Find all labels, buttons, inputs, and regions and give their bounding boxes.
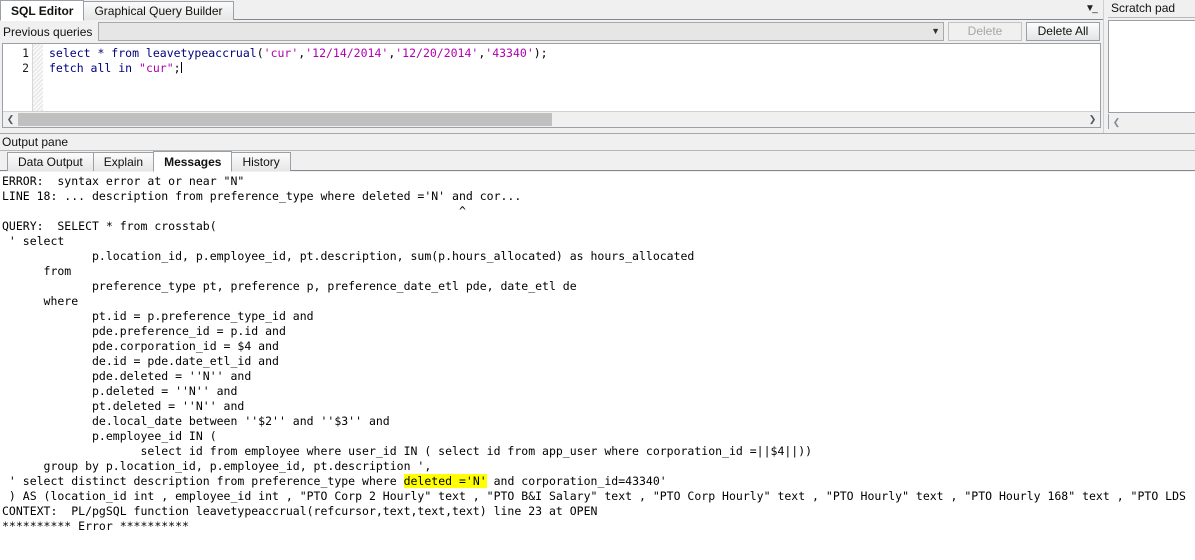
output-tabstrip: Data Output Explain Messages History [0, 151, 1195, 172]
message-line: select id from employee where user_id IN… [2, 444, 813, 458]
message-line: p.employee_id IN ( [2, 429, 217, 443]
output-pane-title: Output pane [0, 134, 1195, 151]
message-line: p.location_id, p.employee_id, pt.descrip… [2, 249, 695, 263]
message-line: where [2, 294, 79, 308]
scrollbar-track[interactable] [18, 113, 1085, 126]
sql-line: fetch all in "cur"; [49, 61, 1100, 76]
tab-data-output[interactable]: Data Output [7, 152, 94, 171]
sql-editor-inner: 12 select * from leavetypeaccrual('cur',… [3, 44, 1100, 113]
message-line: ) AS (location_id int , employee_id int … [2, 489, 1186, 503]
message-line: group by p.location_id, p.employee_id, p… [2, 459, 432, 473]
pgadmin-query-window: SQL Editor Graphical Query Builder ▼̲ Pre… [0, 0, 1195, 560]
message-line: QUERY: SELECT * from crosstab( [2, 219, 217, 233]
scratch-pad-panel: Scratch pad ❮ [1103, 0, 1195, 133]
message-line: p.deleted = ''N'' and [2, 384, 238, 398]
previous-queries-label: Previous queries [3, 24, 93, 39]
editor-tabstrip: SQL Editor Graphical Query Builder ▼̲ [0, 0, 1103, 21]
chevron-left-icon[interactable]: ❮ [1109, 115, 1124, 129]
message-line: CONTEXT: PL/pgSQL function leavetypeaccr… [2, 504, 598, 518]
message-line: ********** Error ********** [2, 519, 189, 533]
sql-code-area[interactable]: select * from leavetypeaccrual('cur','12… [43, 44, 1100, 113]
scratch-pad-scrollbar[interactable]: ❮ [1108, 114, 1195, 129]
message-line: ' select [2, 234, 65, 248]
messages-output-area[interactable]: ERROR: syntax error at or near "N" LINE 1… [0, 172, 1195, 560]
message-line: pt.deleted = ''N'' and [2, 399, 245, 413]
scrollbar-thumb[interactable] [18, 113, 552, 126]
gutter-stripe [33, 44, 43, 113]
message-line: pde.corporation_id = $4 and [2, 339, 279, 353]
sql-token: ); [533, 46, 548, 60]
sql-token: fetch all in [49, 61, 140, 75]
tab-explain[interactable]: Explain [92, 152, 155, 171]
message-line: ERROR: syntax error at or near "N" [2, 174, 245, 188]
delete-button[interactable]: Delete [948, 22, 1022, 41]
sql-token: ; [173, 61, 181, 75]
message-line: pde.deleted = ''N'' and [2, 369, 252, 383]
tab-graphical-query-builder[interactable]: Graphical Query Builder [83, 1, 234, 20]
scratch-pad-title: Scratch pad [1108, 0, 1195, 18]
chevron-right-icon[interactable]: ❯ [1085, 112, 1100, 127]
sql-token: ( [256, 46, 264, 60]
message-line: pt.id = p.preference_type_id and [2, 309, 314, 323]
sql-token: '12/20/2014' [395, 46, 479, 60]
output-pane: Output pane Data Output Explain Messages Hi… [0, 133, 1195, 560]
sql-token: select * from leavetypeaccrual [49, 46, 257, 60]
tab-messages[interactable]: Messages [153, 151, 233, 172]
previous-queries-row: Previous queries ▼ Delete Delete All [0, 20, 1103, 43]
previous-queries-combobox[interactable]: ▼ [98, 22, 944, 41]
sql-token: '43340' [485, 46, 534, 60]
line-number: 2 [22, 61, 29, 75]
sql-editor-region: SQL Editor Graphical Query Builder ▼̲ Pre… [0, 0, 1103, 133]
text-caret [180, 62, 182, 73]
chevron-down-icon[interactable]: ▼ [931, 23, 940, 40]
message-line: LINE 18: ... description from preference… [2, 189, 522, 203]
message-text: and corporation_id=43340' [486, 474, 667, 488]
editor-horizontal-scrollbar[interactable]: ❮ ❯ [3, 111, 1100, 127]
sql-line: select * from leavetypeaccrual('cur','12… [49, 46, 1100, 61]
tab-sql-editor[interactable]: SQL Editor [0, 0, 85, 21]
chevron-left-icon[interactable]: ❮ [3, 112, 18, 127]
chevron-down-double-icon[interactable]: ▼̲ [1083, 2, 1097, 16]
line-number-gutter: 12 [3, 44, 33, 113]
scratch-pad-textarea[interactable] [1108, 20, 1195, 113]
messages-text: ERROR: syntax error at or near "N" LINE 1… [0, 172, 1195, 534]
message-line: pde.preference_id = p.id and [2, 324, 286, 338]
sql-token: '12/14/2014' [305, 46, 389, 60]
message-line: de.id = pde.date_etl_id and [2, 354, 279, 368]
message-line: ' select distinct description from prefe… [2, 474, 1195, 489]
sql-token: "cur" [139, 61, 174, 75]
message-line: de.local_date between ''$2'' and ''$3'' … [2, 414, 390, 428]
message-line: ^ [2, 204, 466, 218]
delete-all-button[interactable]: Delete All [1026, 22, 1100, 41]
message-line: preference_type pt, preference p, prefer… [2, 279, 577, 293]
highlighted-text: deleted ='N' [403, 474, 487, 488]
sql-token: 'cur' [263, 46, 299, 60]
tab-history[interactable]: History [231, 152, 291, 171]
line-number: 1 [22, 46, 29, 60]
message-text: ' select distinct description from prefe… [2, 474, 404, 488]
sql-editor[interactable]: 12 select * from leavetypeaccrual('cur',… [2, 43, 1101, 128]
upper-region: SQL Editor Graphical Query Builder ▼̲ Pre… [0, 0, 1195, 133]
message-line: from [2, 264, 72, 278]
